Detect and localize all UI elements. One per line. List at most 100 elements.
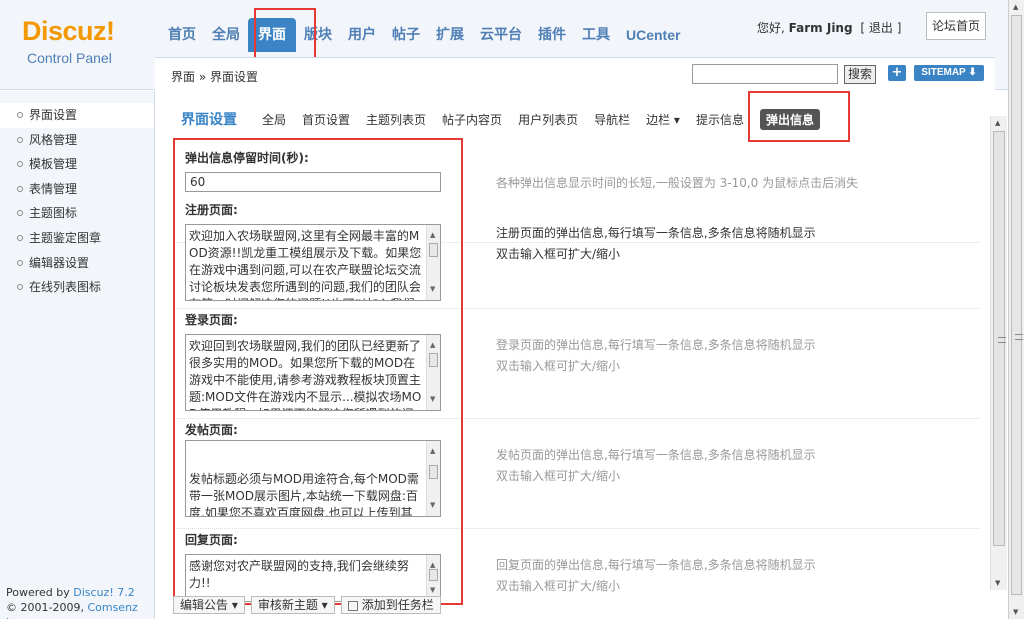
scroll-up-icon[interactable]: ▲ xyxy=(995,119,1000,127)
bullet-icon xyxy=(17,284,23,291)
nav-forums[interactable]: 版块 xyxy=(296,18,340,52)
sidebar-item-thread-icons[interactable]: 主题图标 xyxy=(0,201,154,226)
sub-bar: 界面 » 界面设置 搜索 + SITEMAP ⬇ xyxy=(155,57,995,90)
sidebar-item-label: 风格管理 xyxy=(29,132,78,147)
add-shortcut-button[interactable]: + xyxy=(888,65,906,81)
logo[interactable]: Discuz! Control Panel xyxy=(0,0,155,90)
reply-textarea[interactable]: 感谢您对农产联盟网的支持,我们会继续努力!! ▲ ▼ xyxy=(185,554,441,602)
bullet-icon xyxy=(17,112,23,118)
bullet-icon xyxy=(17,234,23,241)
powered-brand[interactable]: Discuz! 7.2 xyxy=(73,586,134,599)
login-description: 登录页面的弹出信息,每行填写一条信息,多条信息将随机显示 双击输入框可扩大/缩小 xyxy=(496,335,816,377)
register-description-1: 注册页面的弹出信息,每行填写一条信息,多条信息将随机显示 xyxy=(496,226,816,240)
register-description: 注册页面的弹出信息,每行填写一条信息,多条信息将随机显示 双击输入框可扩大/缩小 xyxy=(496,223,816,265)
moderate-threads-button[interactable]: 审核新主题 ▾ xyxy=(250,596,335,614)
nav-tools[interactable]: 工具 xyxy=(574,18,618,52)
bullet-icon xyxy=(17,185,23,192)
content-scrollbar[interactable]: ▲ ▼ xyxy=(990,116,1007,590)
register-description-2: 双击输入框可扩大/缩小 xyxy=(496,247,621,261)
sidebar-item-label: 主题图标 xyxy=(29,206,78,221)
sitemap-button[interactable]: SITEMAP ⬇ xyxy=(914,65,984,81)
logout-link[interactable]: [ 退出 ] xyxy=(860,21,901,35)
logo-subtitle: Control Panel xyxy=(27,50,112,66)
duration-input[interactable]: 60 xyxy=(185,172,441,192)
register-label: 注册页面: xyxy=(185,203,238,217)
scroll-thumb[interactable] xyxy=(429,243,438,257)
sidebar-item-templates[interactable]: 模板管理 xyxy=(0,152,154,177)
sidebar-item-editor[interactable]: 编辑器设置 xyxy=(0,251,154,276)
edit-announcement-button[interactable]: 编辑公告 ▾ xyxy=(173,596,245,614)
reply-description-2: 双击输入框可扩大/缩小 xyxy=(496,579,621,593)
copyright: Powered by Discuz! 7.2 © 2001-2009, Coms… xyxy=(6,585,154,619)
scroll-up-icon[interactable]: ▲ xyxy=(430,443,435,460)
post-textarea[interactable]: 发帖标题必须与MOD用途符合,每个MOD需带一张MOD展示图片,本站统一下载网盘… xyxy=(185,440,441,517)
tab-post-content[interactable]: 帖子内容页 xyxy=(442,111,502,128)
textarea-scrollbar[interactable]: ▲ ▼ xyxy=(426,555,440,601)
scroll-thumb[interactable] xyxy=(993,131,1006,546)
scroll-down-icon[interactable]: ▼ xyxy=(430,281,435,298)
scroll-down-icon[interactable]: ▼ xyxy=(995,579,1000,587)
powered-by: Powered by xyxy=(6,586,70,599)
register-textarea[interactable]: 欢迎加入农场联盟网,这里有全网最丰富的MOD资源!!凯龙重工模组展示及下载。如果… xyxy=(185,224,441,301)
settings-title: 界面设置 xyxy=(181,112,237,128)
nav-interface[interactable]: 界面 xyxy=(248,18,296,52)
login-textarea[interactable]: 欢迎回到农场联盟网,我们的团队已经更新了很多实用的MOD。如果您所下载的MOD在… xyxy=(185,334,441,411)
sidebar-item-label: 模板管理 xyxy=(29,157,78,172)
tab-global[interactable]: 全局 xyxy=(262,111,286,128)
nav-posts[interactable]: 帖子 xyxy=(384,18,428,52)
nav-plugins[interactable]: 插件 xyxy=(530,18,574,52)
checkbox-icon[interactable] xyxy=(347,600,358,611)
scroll-down-icon[interactable]: ▼ xyxy=(430,391,435,408)
scroll-up-icon[interactable]: ▲ xyxy=(430,337,435,354)
window-scrollbar[interactable]: ▲ ▼ xyxy=(1008,0,1024,619)
nav-cloud[interactable]: 云平台 xyxy=(472,18,530,52)
search-button[interactable]: 搜索 xyxy=(844,65,876,84)
sidebar-item-online-icons[interactable]: 在线列表图标 xyxy=(0,275,154,300)
reply-label: 回复页面: xyxy=(185,533,238,547)
textarea-scrollbar[interactable]: ▲ ▼ xyxy=(426,225,440,300)
scroll-up-icon[interactable]: ▲ xyxy=(430,227,435,244)
tab-messages[interactable]: 提示信息 xyxy=(696,111,744,128)
nav-global[interactable]: 全局 xyxy=(204,18,248,52)
sidebar-item-label: 编辑器设置 xyxy=(29,255,90,270)
tab-home-settings[interactable]: 首页设置 xyxy=(302,111,350,128)
add-to-taskbar-button[interactable]: 添加到任务栏 xyxy=(340,596,441,614)
row-reply: 回复页面: 感谢您对农产联盟网的支持,我们会继续努力!! ▲ ▼ 回复页面的弹出信… xyxy=(173,531,979,603)
forum-home-button[interactable]: 论坛首页 xyxy=(926,12,986,40)
reply-description: 回复页面的弹出信息,每行填写一条信息,多条信息将随机显示 双击输入框可扩大/缩小 xyxy=(496,555,816,597)
grip-icon xyxy=(1015,334,1023,340)
row-register: 注册页面: 欢迎加入农场联盟网,这里有全网最丰富的MOD资源!!凯龙重工模组展示… xyxy=(173,201,979,306)
bullet-icon xyxy=(17,259,23,266)
user-info: 您好, Farm Jing [ 退出 ] xyxy=(757,19,901,36)
sidebar-item-smilies[interactable]: 表情管理 xyxy=(0,177,154,202)
textarea-scrollbar[interactable]: ▲ ▼ xyxy=(426,335,440,410)
main-content: 界面设置 全局 首页设置 主题列表页 帖子内容页 用户列表页 导航栏 边栏 ▾ … xyxy=(156,91,1008,619)
scroll-down-icon[interactable]: ▼ xyxy=(430,497,435,514)
nav-extend[interactable]: 扩展 xyxy=(428,18,472,52)
logo-brand: Discuz! xyxy=(22,16,115,46)
bullet-icon xyxy=(17,136,23,143)
scroll-thumb[interactable] xyxy=(429,569,438,581)
nav-home[interactable]: 首页 xyxy=(160,18,204,52)
sidebar-item-interface-settings[interactable]: 界面设置 xyxy=(0,103,154,128)
reply-description-1: 回复页面的弹出信息,每行填写一条信息,多条信息将随机显示 xyxy=(496,558,816,572)
scroll-thumb[interactable] xyxy=(429,465,438,479)
tab-navbar[interactable]: 导航栏 xyxy=(594,111,630,128)
tab-sidebar[interactable]: 边栏 ▾ xyxy=(646,111,680,128)
grip-icon xyxy=(998,337,1006,343)
scroll-thumb[interactable] xyxy=(429,353,438,367)
bullet-icon xyxy=(17,161,23,168)
nav-users[interactable]: 用户 xyxy=(340,18,384,52)
tab-member-list[interactable]: 用户列表页 xyxy=(518,111,578,128)
scroll-thumb[interactable] xyxy=(1011,15,1023,595)
scroll-up-icon[interactable]: ▲ xyxy=(1013,3,1018,11)
tab-thread-list[interactable]: 主题列表页 xyxy=(366,111,426,128)
sidebar-item-styles[interactable]: 风格管理 xyxy=(0,128,154,153)
tab-popup-messages[interactable]: 弹出信息 xyxy=(759,108,820,130)
search-input[interactable] xyxy=(692,64,838,84)
nav-ucenter[interactable]: UCenter xyxy=(618,18,688,52)
sidebar-item-stamps[interactable]: 主题鉴定图章 xyxy=(0,226,154,251)
scroll-down-icon[interactable]: ▼ xyxy=(1013,608,1018,616)
textarea-scrollbar[interactable]: ▲ ▼ xyxy=(426,441,440,516)
duration-description: 各种弹出信息显示时间的长短,一般设置为 3-10,0 为鼠标点击后消失 xyxy=(496,176,859,190)
